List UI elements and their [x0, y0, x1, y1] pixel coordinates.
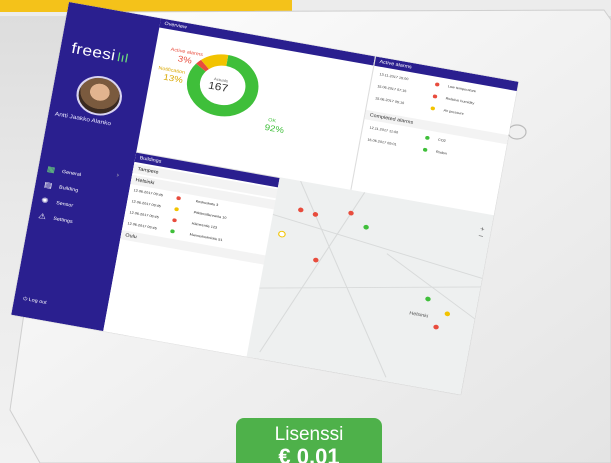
building-address: Hämeentie 123	[191, 221, 218, 230]
grid-icon: ▦	[46, 164, 56, 175]
map-city-label: Helsinki	[408, 310, 429, 320]
building-address: Mannerheimintie 51	[189, 232, 223, 243]
status-dot-icon	[432, 94, 438, 99]
nav-label: Sensor	[55, 199, 74, 209]
nav-item-general[interactable]: ▦ General	[46, 165, 82, 179]
status-dot-icon	[422, 147, 428, 153]
app-logo: freesilıl	[70, 40, 130, 66]
alarm-time: 12.11.2017 11:00	[369, 125, 399, 135]
sensor-icon: ✺	[40, 195, 50, 206]
nav-label: Building	[58, 184, 79, 194]
building-time: 12.06.2017 09:45	[129, 210, 160, 220]
alarm-time: 13.11.2017 15:00	[379, 72, 409, 82]
license-label: Lisenssi	[274, 424, 344, 445]
building-time: 12.06.2017 09:45	[127, 221, 158, 231]
alarm-time: 15.06.2017 07:15	[376, 84, 407, 94]
warning-icon: ⚠	[37, 211, 47, 222]
map-pin[interactable]	[363, 224, 370, 230]
status-dot-icon	[424, 135, 430, 141]
alarm-time: 15.06.2017 09:01	[367, 137, 397, 147]
building-address: Pitkänsillanranta 10	[193, 210, 227, 220]
status-donut: Actuals 167	[179, 47, 266, 125]
map-pin[interactable]	[277, 230, 287, 239]
ok-value: 92%	[263, 122, 285, 136]
alarm-message: Low temperature	[447, 84, 477, 94]
status-dot-icon	[430, 106, 436, 111]
nav-label: Settings	[52, 215, 74, 225]
map-pin[interactable]	[312, 211, 319, 218]
zoom-controls[interactable]: + –	[478, 226, 485, 240]
status-dot-icon	[434, 82, 440, 87]
logout-button[interactable]: ⏻ Log out	[22, 296, 47, 306]
status-dot-icon	[176, 195, 182, 201]
status-dot-icon	[174, 207, 180, 212]
alarm-message: Relative humidity	[445, 96, 475, 106]
notification-value: 13%	[162, 72, 184, 85]
building-time: 12.06.2017 09:45	[131, 199, 162, 209]
nav-label: General	[61, 168, 82, 178]
status-dot-icon	[170, 229, 175, 234]
alarm-message: Air pressure	[443, 108, 465, 116]
map-pin[interactable]	[432, 324, 440, 330]
map-pin[interactable]	[297, 207, 304, 213]
status-dot-icon	[172, 218, 178, 223]
alarms-panel: Active alarms 13.11.2017 15:00 Low temper…	[350, 56, 519, 216]
alarm-message: Radon	[435, 149, 448, 156]
nav-item-sensor[interactable]: ✺ Sensor	[41, 196, 74, 210]
alarm-message: CO2	[437, 137, 447, 143]
collapse-chevron-icon[interactable]: ›	[116, 172, 120, 179]
alarm-time: 15.06.2017 05:10	[374, 96, 405, 106]
nav-item-building[interactable]: ▤ Building	[43, 180, 79, 194]
map-pin[interactable]	[347, 210, 355, 216]
nav-item-settings[interactable]: ⚠ Settings	[38, 211, 74, 225]
map-pin[interactable]	[424, 296, 432, 302]
license-price-badge[interactable]: Lisenssi € 0,01	[236, 418, 382, 463]
map-pin[interactable]	[444, 311, 451, 317]
map-view[interactable]: Helsinki + –	[246, 177, 494, 395]
building-address: Keskuskatu 3	[195, 199, 219, 208]
building-icon: ▤	[43, 180, 54, 190]
building-time: 12.06.2017 09:45	[133, 188, 164, 198]
license-price: € 0,01	[278, 444, 340, 463]
avatar[interactable]	[73, 72, 126, 120]
